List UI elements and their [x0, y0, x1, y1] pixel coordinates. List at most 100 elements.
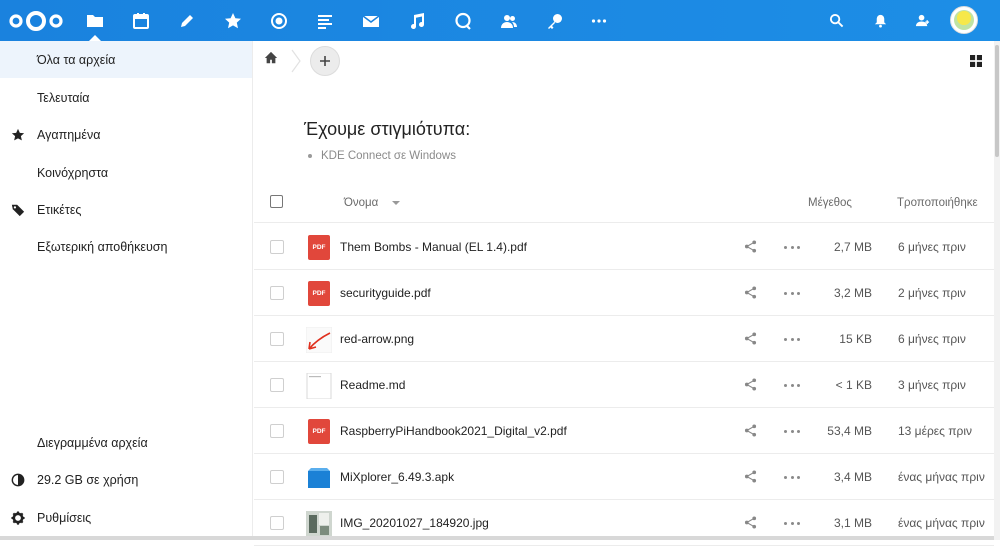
search-icon[interactable]	[816, 0, 856, 41]
sidebar-item-deleted-files[interactable]: Διεγραμμένα αρχεία	[0, 424, 252, 461]
table-row[interactable]: red-arrow.png 15 KB 6 μήνες πριν	[254, 316, 994, 362]
pdf-file-icon: PDF	[306, 281, 332, 307]
file-modified: ένας μήνας πριν	[898, 470, 985, 484]
more-actions-icon[interactable]	[784, 378, 800, 392]
text-app-icon[interactable]	[302, 0, 348, 41]
row-checkbox[interactable]	[270, 378, 284, 392]
pdf-badge: PDF	[308, 419, 330, 444]
share-icon[interactable]	[744, 424, 758, 438]
file-name[interactable]: IMG_20201027_184920.jpg	[340, 516, 489, 530]
bullet	[308, 154, 312, 158]
music-app-icon[interactable]	[394, 0, 440, 41]
contacts-app-icon[interactable]	[486, 0, 532, 41]
share-icon[interactable]	[744, 378, 758, 392]
file-table-header: Όνομα Μέγεθος Τροποποιήθηκε	[254, 181, 994, 223]
table-row[interactable]: MiXplorer_6.49.3.apk 3,4 MB ένας μήνας π…	[254, 454, 994, 500]
file-modified: 6 μήνες πριν	[898, 240, 966, 254]
talk-app-icon[interactable]	[440, 0, 486, 41]
file-name[interactable]: Readme.md	[340, 378, 405, 392]
pdf-file-icon: PDF	[306, 419, 332, 445]
sidebar-item-settings[interactable]: Ρυθμίσεις	[0, 499, 252, 536]
share-icon[interactable]	[744, 332, 758, 346]
column-header-size[interactable]: Μέγεθος	[808, 197, 852, 209]
horizontal-scrollbar[interactable]	[0, 536, 994, 540]
favorites-app-icon[interactable]	[210, 0, 256, 41]
more-apps-icon[interactable]	[576, 0, 622, 41]
more-actions-icon[interactable]	[784, 470, 800, 484]
sidebar-item-label: Ρυθμίσεις	[37, 510, 92, 525]
home-icon[interactable]	[264, 51, 280, 67]
sidebar-item-label: Ετικέτες	[37, 202, 82, 217]
share-icon[interactable]	[744, 470, 758, 484]
table-row[interactable]: PDF RaspberryPiHandbook2021_Digital_v2.p…	[254, 408, 994, 454]
sidebar-item-label: Αγαπημένα	[37, 127, 101, 142]
file-size: 2,7 MB	[833, 240, 872, 254]
file-modified: 13 μέρες πριν	[898, 424, 973, 438]
file-modified: 3 μήνες πριν	[898, 378, 966, 392]
new-file-button[interactable]	[310, 46, 340, 76]
more-actions-icon[interactable]	[784, 240, 800, 254]
row-checkbox[interactable]	[270, 516, 284, 530]
file-size: 3,2 MB	[833, 286, 872, 300]
readme-list-item-text: KDE Connect σε Windows	[321, 150, 456, 162]
file-modified: ένας μήνας πριν	[898, 516, 985, 530]
sidebar-item-recent[interactable]: Τελευταία	[0, 79, 252, 116]
more-actions-icon[interactable]	[784, 286, 800, 300]
sort-down-icon[interactable]	[392, 201, 400, 205]
file-name[interactable]: Them Bombs - Manual (EL 1.4).pdf	[340, 240, 527, 254]
activity-app-icon[interactable]	[256, 0, 302, 41]
more-actions-icon[interactable]	[784, 332, 800, 346]
sidebar-item-tags[interactable]: Ετικέτες	[0, 191, 252, 228]
photo-thumbnail	[306, 511, 332, 537]
notes-app-icon[interactable]	[164, 0, 210, 41]
file-size: 3,4 MB	[833, 470, 872, 484]
row-checkbox[interactable]	[270, 332, 284, 346]
mail-app-icon[interactable]	[348, 0, 394, 41]
file-name[interactable]: red-arrow.png	[340, 332, 414, 346]
sidebar-item-label: Τελευταία	[37, 90, 90, 105]
table-row[interactable]: PDF Them Bombs - Manual (EL 1.4).pdf 2,7…	[254, 224, 994, 270]
file-modified: 6 μήνες πριν	[898, 332, 966, 346]
table-row[interactable]: PDF securityguide.pdf 3,2 MB 2 μήνες πρι…	[254, 270, 994, 316]
file-size: < 1 KB	[835, 378, 872, 392]
sidebar-item-label: Διεγραμμένα αρχεία	[37, 435, 148, 450]
column-header-name[interactable]: Όνομα	[344, 197, 378, 209]
nextcloud-logo-icon[interactable]	[8, 8, 64, 34]
sidebar-item-all-files[interactable]: Όλα τα αρχεία	[0, 41, 252, 78]
avatar-image	[954, 10, 974, 30]
sidebar-item-favorites[interactable]: Αγαπημένα	[0, 116, 252, 153]
sidebar-item-label: Κοινόχρηστα	[37, 165, 109, 180]
row-checkbox[interactable]	[270, 240, 284, 254]
more-actions-icon[interactable]	[784, 516, 800, 530]
sidebar-item-label: Εξωτερική αποθήκευση	[37, 239, 168, 254]
avatar[interactable]	[950, 6, 978, 34]
key-app-icon[interactable]	[532, 0, 578, 41]
plus-icon	[320, 56, 330, 66]
column-header-modified[interactable]: Τροποποιήθηκε	[897, 197, 978, 209]
share-icon[interactable]	[744, 240, 758, 254]
sidebar-item-shared[interactable]: Κοινόχρηστα	[0, 154, 252, 191]
more-actions-icon[interactable]	[784, 424, 800, 438]
readme-title: Έχουμε στιγμιότυπα:	[304, 119, 471, 139]
grid-view-icon[interactable]	[970, 54, 984, 68]
files-app-icon[interactable]	[72, 0, 118, 41]
bell-icon[interactable]	[860, 0, 900, 41]
row-checkbox[interactable]	[270, 424, 284, 438]
share-icon[interactable]	[744, 516, 758, 530]
select-all-checkbox[interactable]	[270, 195, 283, 208]
red-arrow-image-thumbnail	[305, 326, 333, 354]
row-checkbox[interactable]	[270, 470, 284, 484]
file-name[interactable]: securityguide.pdf	[340, 286, 431, 300]
scrollbar-thumb[interactable]	[995, 45, 999, 157]
contacts-menu-icon[interactable]	[902, 0, 942, 41]
file-name[interactable]: RaspberryPiHandbook2021_Digital_v2.pdf	[340, 424, 567, 438]
share-icon[interactable]	[744, 286, 758, 300]
pdf-file-icon: PDF	[306, 235, 332, 261]
quota-indicator[interactable]: 29.2 GB σε χρήση	[0, 461, 252, 498]
sidebar-item-external-storage[interactable]: Εξωτερική αποθήκευση	[0, 228, 252, 265]
row-checkbox[interactable]	[270, 286, 284, 300]
calendar-app-icon[interactable]	[118, 0, 164, 41]
file-name[interactable]: MiXplorer_6.49.3.apk	[340, 470, 454, 484]
package-file-icon	[306, 465, 332, 491]
table-row[interactable]: Readme.md < 1 KB 3 μήνες πριν	[254, 362, 994, 408]
